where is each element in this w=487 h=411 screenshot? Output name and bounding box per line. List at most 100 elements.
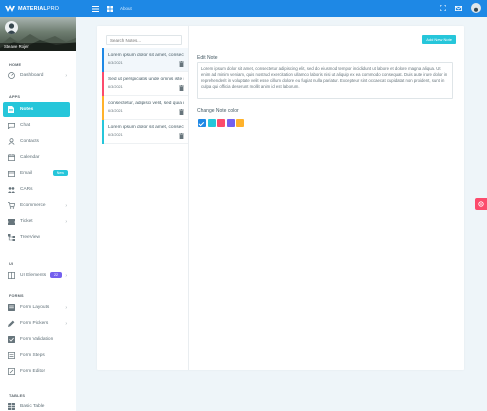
- sidebar-item-notes[interactable]: Notes: [3, 102, 70, 117]
- sidebar-item-label: CARs: [20, 187, 33, 192]
- sidebar-item-label: Form Editor: [20, 369, 46, 374]
- sidebar-item-dashboard[interactable]: Dashboard ›: [0, 68, 76, 83]
- sidebar-item-label: Notes: [20, 107, 34, 112]
- sidebar-item-form-steps[interactable]: Form Steps: [0, 348, 76, 363]
- sidebar-item-ecommerce[interactable]: Ecommerce ›: [0, 198, 76, 213]
- sidebar-item-form-layouts[interactable]: Form Layouts ›: [0, 300, 76, 315]
- sidebar-item-label: Form Pickers: [20, 321, 49, 326]
- chat-icon: [7, 122, 15, 130]
- sidebar-item-cars[interactable]: CARs: [0, 182, 76, 197]
- sidebar-item-form-editor[interactable]: Form Editor: [0, 364, 76, 379]
- edit-note-pane: Add New Note Edit Note Lorem ipsum dolor…: [197, 26, 457, 370]
- grid-icon[interactable]: [106, 5, 113, 12]
- note-color-bar: [102, 96, 104, 120]
- cart-icon: [7, 202, 15, 210]
- sidebar-item-treeview[interactable]: TreeView: [0, 230, 76, 245]
- gear-icon: [478, 201, 484, 207]
- sidebar-item-label: Chat: [20, 123, 31, 128]
- note-color-bar: [102, 72, 104, 96]
- email-icon: [7, 170, 15, 178]
- note-color-bar: [102, 120, 104, 144]
- editor-icon: [7, 368, 15, 376]
- mail-icon[interactable]: [455, 5, 462, 12]
- chevron-right-icon: ›: [65, 203, 67, 209]
- note-date: 6/3/2021: [108, 85, 123, 89]
- sidebar-item-chat[interactable]: Chat: [0, 118, 76, 133]
- note-color-bar: [102, 48, 104, 72]
- chevron-right-icon: ›: [65, 321, 67, 327]
- section-apps: APPS: [9, 95, 21, 99]
- profile-name[interactable]: Steave Rojer: [0, 43, 76, 51]
- note-item[interactable]: consectetur, adipisci velit, sed quia no…: [102, 96, 188, 120]
- search-notes-input[interactable]: [106, 35, 182, 45]
- sidebar-item-label: Basic Table: [20, 404, 45, 409]
- checkbox-icon: [7, 336, 15, 344]
- trash-icon[interactable]: [179, 85, 184, 91]
- add-new-note-button[interactable]: Add New Note: [422, 35, 456, 44]
- chevron-right-icon: ›: [65, 219, 67, 225]
- swatch-cyan[interactable]: [207, 119, 216, 127]
- sidebar-item-label: Ecommerce: [20, 203, 46, 208]
- user-avatar[interactable]: [471, 3, 481, 13]
- trash-icon[interactable]: [179, 61, 184, 67]
- ui-elements-icon: [7, 272, 15, 280]
- calendar-icon: [7, 154, 15, 162]
- edit-note-label: Edit Note: [197, 55, 218, 61]
- sidebar-item-email[interactable]: Email New: [0, 166, 76, 181]
- pencil-icon: [7, 320, 15, 328]
- note-title: Sed ut perspiciatis unde omnis iste natu…: [108, 77, 184, 82]
- email-new-badge: New: [52, 170, 68, 176]
- note-date: 6/3/2021: [108, 109, 123, 113]
- settings-fab[interactable]: [475, 198, 487, 210]
- trash-icon[interactable]: [179, 109, 184, 115]
- contacts-icon: [7, 138, 15, 146]
- change-color-label: Change Note color: [197, 108, 239, 114]
- note-item[interactable]: Sed ut perspiciatis unde omnis iste natu…: [102, 72, 188, 96]
- sidebar-item-label: UI Elements: [20, 273, 47, 278]
- notes-list-pane: Lorem ipsum dolor sit amet, consectetur …: [97, 26, 189, 370]
- sidebar-item-calendar[interactable]: Calendar: [0, 150, 76, 165]
- sidebar-item-form-validation[interactable]: Form Validation: [0, 332, 76, 347]
- sidebar-item-ticket[interactable]: Ticket ›: [0, 214, 76, 229]
- treeview-icon: [7, 234, 15, 242]
- notes-list: Lorem ipsum dolor sit amet, consectetur …: [102, 48, 188, 144]
- sidebar-item-label: Form Steps: [20, 353, 45, 358]
- form-steps-icon: [7, 352, 15, 360]
- section-forms: FORMS: [9, 294, 24, 298]
- notes-card: Lorem ipsum dolor sit amet, consectetur …: [97, 26, 464, 370]
- brand[interactable]: MATERIALPRO: [0, 0, 76, 17]
- cars-icon: [7, 186, 15, 194]
- chevron-right-icon: ›: [65, 305, 67, 311]
- sidebar-item-label: Form Layouts: [20, 305, 50, 310]
- chevron-right-icon: ›: [65, 273, 67, 279]
- sidebar: Steave Rojer HOME Dashboard › APPS Notes…: [0, 17, 76, 411]
- about-link[interactable]: About: [120, 6, 132, 11]
- note-date: 6/3/2021: [108, 133, 123, 137]
- swatch-orange[interactable]: [236, 119, 245, 127]
- ticket-icon: [7, 218, 15, 226]
- section-ui: UI: [9, 262, 14, 266]
- sidebar-item-ui-elements[interactable]: UI Elements 22 ›: [0, 268, 76, 283]
- notes-icon: [7, 106, 15, 114]
- brand-name: MATERIALPRO: [18, 5, 60, 12]
- sidebar-item-label: Email: [20, 171, 32, 176]
- sidebar-item-label: Ticket: [20, 219, 33, 224]
- sidebar-item-form-pickers[interactable]: Form Pickers ›: [0, 316, 76, 331]
- sidebar-item-contacts[interactable]: Contacts: [0, 134, 76, 149]
- swatch-red[interactable]: [217, 119, 226, 127]
- sidebar-item-label: Contacts: [20, 139, 39, 144]
- color-swatches: [198, 119, 245, 127]
- note-item[interactable]: Lorem ipsum dolor sit amet, consectetur …: [102, 48, 188, 72]
- sidebar-item-basic-table[interactable]: Basic Table: [0, 399, 76, 411]
- note-textarea[interactable]: Lorem ipsum dolor sit amet, consectetur …: [197, 62, 453, 99]
- profile-avatar[interactable]: [5, 21, 18, 34]
- swatch-blue[interactable]: [198, 119, 206, 127]
- table-icon: [7, 403, 15, 411]
- sidebar-item-label: Form Validation: [20, 337, 54, 342]
- section-home: HOME: [9, 63, 22, 67]
- trash-icon[interactable]: [179, 133, 184, 139]
- note-item[interactable]: Lorem ipsum dolor sit amet, consectetur …: [102, 120, 188, 144]
- swatch-purple[interactable]: [226, 119, 235, 127]
- menu-icon[interactable]: [92, 5, 99, 12]
- fullscreen-icon[interactable]: [439, 5, 446, 12]
